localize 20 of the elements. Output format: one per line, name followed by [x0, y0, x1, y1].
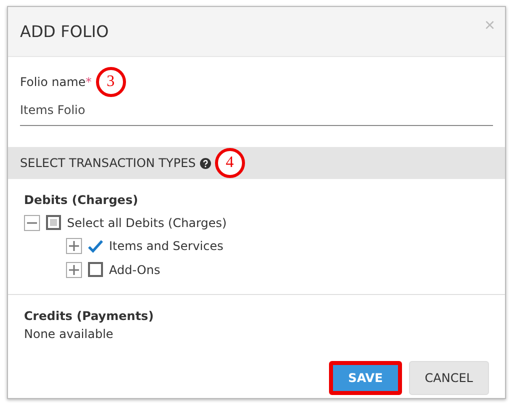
folio-name-input[interactable]: Items Folio — [20, 97, 493, 126]
field-label: Folio name* — [20, 75, 92, 89]
cancel-button[interactable]: CANCEL — [408, 361, 489, 395]
tree-item-label: Select all Debits (Charges) — [67, 216, 227, 230]
group-heading: Debits (Charges) — [24, 193, 140, 207]
checkbox[interactable] — [46, 215, 61, 230]
callout-marker: 3 — [96, 67, 126, 97]
expand-icon[interactable] — [66, 262, 82, 278]
section-title: SELECT TRANSACTION TYPES — [20, 156, 196, 170]
tree-item-label: Add-Ons — [109, 262, 160, 277]
collapse-icon[interactable] — [24, 214, 40, 231]
group-heading: Credits (Payments) — [24, 308, 155, 322]
dialog-title: ADD FOLIO — [20, 22, 109, 41]
expand-icon[interactable] — [66, 238, 82, 254]
help-icon[interactable] — [200, 158, 211, 168]
callout-marker: 4 — [214, 148, 245, 178]
empty-message: None available — [24, 326, 114, 340]
checkbox[interactable] — [88, 262, 103, 278]
tree-item-label: Items and Services — [109, 239, 224, 254]
checkbox[interactable] — [88, 238, 103, 254]
